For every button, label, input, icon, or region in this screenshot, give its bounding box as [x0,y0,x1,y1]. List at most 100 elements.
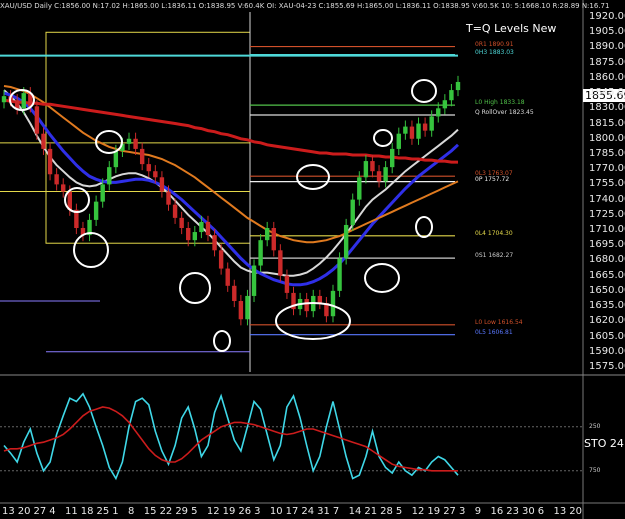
indicator-title: T=Q Levels New [466,22,557,35]
date-tick-label: 5 [395,506,403,517]
candle-body-36 [238,301,244,320]
candle-body-50 [330,290,336,317]
candle-body-54 [357,177,362,200]
sto-tick-label: 250 [589,422,601,430]
candle-body-25 [166,191,171,205]
price-tick-label: 1665.00 [589,269,625,281]
price-tick-label: 1890.00 [589,41,625,53]
date-tick-label: 10 [269,506,283,517]
date-tick-label: 30 [521,506,535,517]
level-label-9: 0L5 1606.81 [475,328,513,336]
candle-body-27 [179,217,184,228]
candle-body-31 [205,221,211,236]
level-label-5: 0P 1757.72 [475,175,510,183]
date-tick-label: 26 [238,506,252,517]
candle-body-9 [61,184,66,192]
price-tick-label: 1590.00 [589,345,625,357]
candle-body-17 [113,150,119,168]
date-tick-label: 28 [380,506,393,517]
price-tick-label: 1860.00 [589,71,625,83]
candle-body-41 [271,228,276,251]
date-tick-label: 7 [332,506,340,517]
candle-body-51 [337,258,342,291]
annotation-circle-7 [373,129,393,147]
price-tick-label: 1695.00 [589,239,625,251]
level-label-1: 0H3 1883.03 [475,48,514,56]
candle-body-46 [304,298,309,312]
date-tick-label: 27 [33,506,47,517]
price-tick-label: 1755.00 [589,178,625,190]
price-tick-label: 1575.00 [589,360,625,372]
candle-body-40 [264,228,270,241]
annotation-circle-5 [213,330,231,352]
candle-body-43 [284,275,290,293]
candle-body-56 [370,161,375,172]
sto-tick-label: 750 [589,466,601,474]
candle-body-24 [159,177,165,192]
chart-canvas [0,0,625,519]
candle-body-69 [455,81,461,91]
candle-body-66 [436,108,441,117]
candle-body-68 [449,90,454,101]
level-label-6: 0L4 1704.30 [475,229,513,237]
price-tick-label: 1785.00 [589,147,625,159]
candle-body-35 [232,285,237,302]
candle-body-64 [422,123,428,131]
candle-body-22 [146,164,151,172]
level-label-3: Q RollOver 1823.45 [475,108,534,116]
candle-body-63 [416,123,421,139]
candle-body-0 [1,96,7,103]
candle-body-62 [409,126,415,139]
price-tick-label: 1680.00 [589,254,625,266]
price-tick-label: 1800.00 [589,132,625,144]
candle-body-8 [54,174,59,185]
candle-body-60 [396,133,401,149]
price-tick-label: 1905.00 [589,26,625,38]
annotation-circle-10 [364,263,400,293]
date-tick-label: 6 [537,506,545,517]
date-tick-label: 16 [490,506,504,517]
date-tick-label: 13 [2,506,15,517]
price-tick-label: 1650.00 [589,284,625,296]
candle-body-2 [14,100,20,109]
candle-body-20 [133,138,138,149]
candle-body-19 [126,138,132,144]
candle-body-14 [93,201,99,220]
annotation-circle-3 [73,232,109,268]
sto-series-1 [3,406,458,472]
date-tick-label: 20 [17,506,31,517]
date-tick-label: 19 [427,506,441,517]
price-tick-label: 1875.00 [589,56,625,68]
level-label-7: 0S1 1682.27 [475,252,514,260]
candle-body-59 [390,148,395,168]
chart-header-info: XAU/USD Daily C:1856.00 N:17.02 H:1865.0… [0,2,610,10]
level-label-0: 0R1 1890.91 [475,40,514,48]
date-tick-label: 19 [222,506,236,517]
candle-body-23 [153,171,158,178]
candle-body-58 [383,167,388,182]
price-tick-label: 1725.00 [589,208,625,220]
price-tick-label: 1830.00 [589,102,625,114]
sto-series-0 [3,392,459,481]
candle-body-38 [251,265,257,296]
date-tick-label: 8 [128,506,135,517]
price-tick-label: 1740.00 [589,193,625,205]
moving-average-2 [3,85,459,244]
price-tick-label: 1770.00 [589,163,625,175]
date-tick-label: 5 [191,506,198,517]
price-tick-label: 1710.00 [589,224,625,236]
level-label-2: L0 High 1833.18 [475,99,525,107]
price-tick-label: 1620.00 [589,315,625,327]
candle-body-33 [218,250,224,269]
candle-body-15 [100,184,105,202]
date-tick-label: 23 [506,506,519,517]
candle-body-42 [278,250,283,276]
candle-body-67 [442,100,448,109]
date-tick-label: 14 [348,506,362,517]
date-tick-label: 15 [143,506,157,517]
candle-body-6 [41,133,46,149]
candle-body-65 [429,116,434,131]
candle-body-16 [107,167,112,185]
candle-body-30 [199,221,204,233]
candle-body-37 [245,295,250,320]
